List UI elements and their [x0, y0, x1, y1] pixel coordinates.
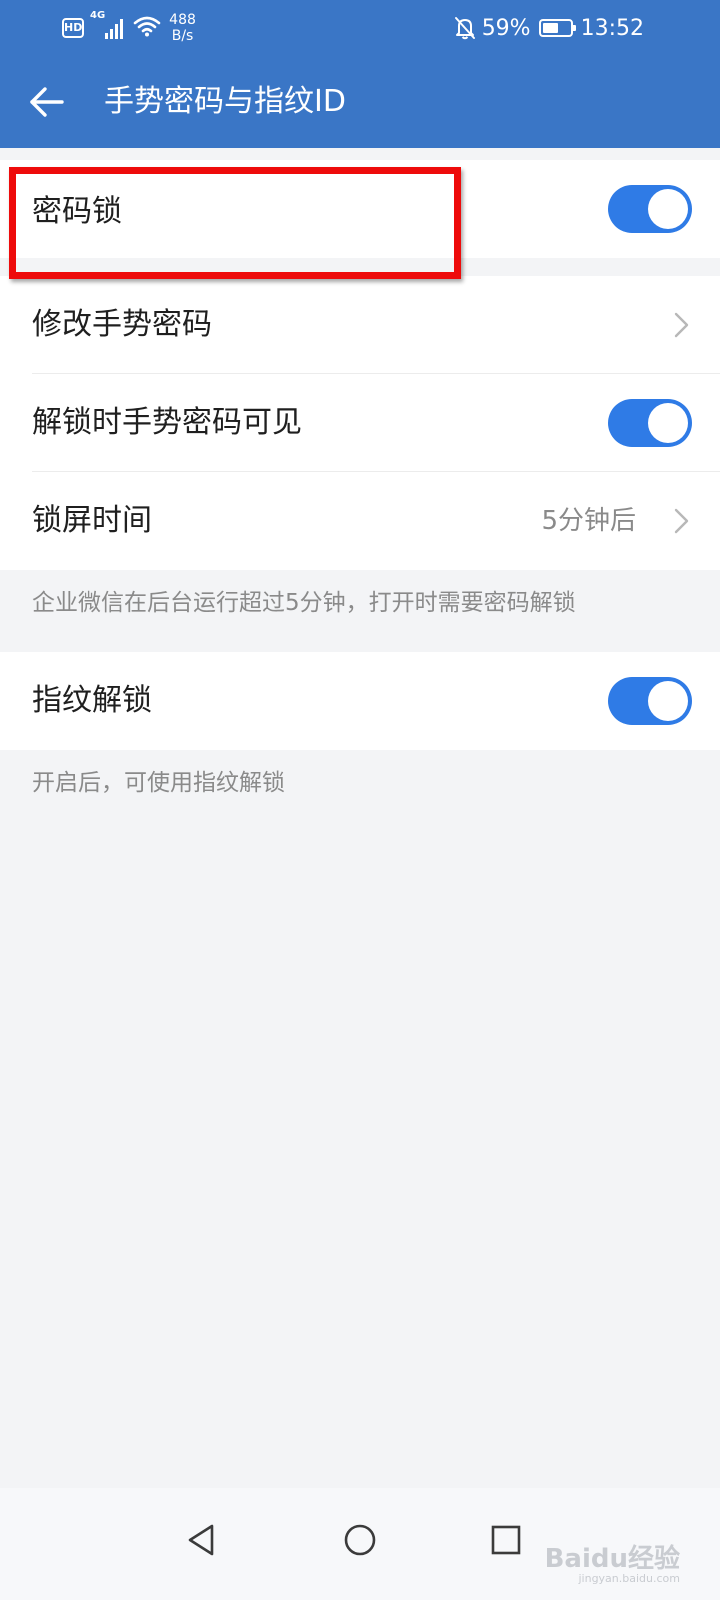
status-bar: HD 4G 488 B/s 59% 13:52 — [0, 0, 720, 52]
chevron-right-icon — [674, 312, 689, 338]
change-gesture-password-label: 修改手势密码 — [32, 307, 212, 342]
toggle-knob — [648, 189, 688, 229]
lock-screen-time-row[interactable]: 锁屏时间 5分钟后 — [0, 472, 720, 570]
arrow-left-icon — [30, 87, 64, 117]
speed-unit: B/s — [171, 28, 194, 44]
lock-screen-time-value: 5分钟后 — [541, 506, 636, 536]
watermark-main: Baidu经验 — [544, 1544, 680, 1574]
gesture-settings-section: 修改手势密码 解锁时手势密码可见 锁屏时间 5分钟后 — [0, 276, 720, 570]
chevron-right-icon — [674, 508, 689, 534]
gesture-visible-toggle[interactable] — [608, 399, 692, 447]
hd-badge: HD — [62, 18, 84, 38]
toolbar: 手势密码与指纹ID — [0, 64, 720, 140]
fingerprint-label: 指纹解锁 — [32, 683, 152, 718]
status-right: 59% 13:52 — [454, 8, 644, 48]
navigation-bar: Baidu经验 jingyan.baidu.com — [0, 1488, 720, 1600]
password-lock-row[interactable]: 密码锁 — [0, 160, 720, 258]
fingerprint-toggle[interactable] — [608, 677, 692, 725]
status-left: HD 4G 488 B/s — [62, 8, 196, 48]
gesture-visible-label: 解锁时手势密码可见 — [32, 405, 302, 440]
triangle-back-icon — [188, 1524, 214, 1556]
toggle-knob — [648, 403, 688, 443]
fingerprint-section: 指纹解锁 — [0, 652, 720, 750]
speed-value: 488 — [169, 12, 196, 28]
back-button[interactable] — [22, 78, 70, 126]
page-title: 手势密码与指纹ID — [104, 84, 346, 119]
nav-home-button[interactable] — [330, 1510, 390, 1570]
toggle-knob — [648, 681, 688, 721]
nav-recents-button[interactable] — [476, 1510, 536, 1570]
fingerprint-row[interactable]: 指纹解锁 — [0, 652, 720, 750]
signal-icon — [105, 17, 125, 39]
watermark-sub: jingyan.baidu.com — [578, 1572, 680, 1585]
gesture-visible-row[interactable]: 解锁时手势密码可见 — [0, 374, 720, 472]
lock-screen-time-label: 锁屏时间 — [32, 503, 152, 538]
fingerprint-hint: 开启后，可使用指纹解锁 — [32, 770, 285, 796]
battery-percent: 59% — [481, 15, 531, 41]
bell-off-icon — [454, 16, 476, 40]
wifi-icon — [133, 15, 161, 41]
app-header: HD 4G 488 B/s 59% 13:52 手势密码与指纹ID — [0, 0, 720, 148]
network-speed: 488 B/s — [169, 12, 196, 44]
baidu-watermark: Baidu经验 jingyan.baidu.com — [545, 1546, 680, 1586]
clock: 13:52 — [580, 15, 644, 41]
battery-icon — [538, 19, 576, 37]
square-recents-icon — [491, 1525, 521, 1555]
change-gesture-password-row[interactable]: 修改手势密码 — [0, 276, 720, 374]
password-lock-toggle[interactable] — [608, 185, 692, 233]
lock-time-hint: 企业微信在后台运行超过5分钟，打开时需要密码解锁 — [32, 590, 576, 616]
password-lock-section: 密码锁 — [0, 160, 720, 258]
password-lock-label: 密码锁 — [32, 194, 122, 229]
network-type: 4G — [90, 10, 106, 21]
nav-back-button[interactable] — [172, 1510, 232, 1570]
circle-home-icon — [344, 1524, 376, 1556]
